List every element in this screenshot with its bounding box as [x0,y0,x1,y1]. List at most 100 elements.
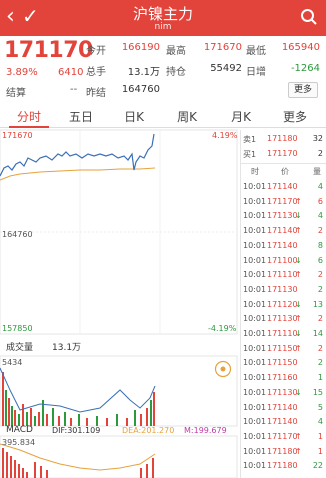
macd-axis: 395.834 [2,438,36,447]
quote-panel: 171170 3.89% 6410 结算 -- 今开 166190 最高 171… [0,36,326,100]
settle-value: -- [70,84,78,95]
tick-price: 171150 [267,358,298,368]
tick-volume: 6 [317,255,323,265]
tick-arrow: ↑ [295,196,302,206]
tick-row: 10:01 171100 ↓ 6 [241,254,326,268]
tick-time: 10:01 [243,329,267,338]
tick-arrow: ↓ [295,387,302,397]
tick-volume: 4 [317,182,323,191]
tick-price: 171180 [267,446,298,456]
tick-price: 171130 [267,387,298,397]
tick-price: 171170 [267,196,298,206]
buy-1-row: 买1 171170 2 [243,149,323,159]
tick-price: 171160 [267,373,298,383]
tick-volume: 13 [312,299,323,309]
low-label: 最低 [246,46,266,57]
tick-price: 171130 [267,211,298,221]
tick-price: 171140 [267,402,298,412]
tick-arrow: ↓ [295,299,302,309]
tick-time: 10:01 [243,182,267,191]
tick-row: 10:01 171150 2 [241,356,326,370]
app-header: ‹ ✓ 沪镍主力 nim [0,0,326,36]
page-title: 沪镍主力 [132,5,193,23]
high-value: 171670 [203,42,242,53]
macd-label: MACD [6,425,33,435]
volume-axis-max: 5434 [2,358,23,367]
tick-arrow: ↑ [295,314,302,324]
tick-arrow: ↑ [295,446,302,456]
tick-volume: 15 [312,387,323,397]
tick-volume: 2 [317,358,323,368]
daily-change-label: 日增 [246,67,266,78]
tick-price: 171110 [267,270,298,280]
tick-row: 10:01 171110 ↓ 14 [241,327,326,341]
tick-arrow: ↑ [295,270,302,280]
tick-time: 10:01 [243,431,267,441]
macd-dea: DEA:201.270 [122,426,175,435]
tick-price: 171140 [267,182,298,191]
tick-volume: 5 [317,402,323,412]
tick-row: 10:01 171140 8 [241,239,326,253]
tab-intraday[interactable]: 分时 [4,108,54,125]
settings-icon[interactable] [214,360,232,378]
axis-high-pct: 4.19% [212,131,238,140]
tick-time: 10:01 [243,387,267,397]
axis-low-pct: -4.19% [208,324,237,333]
tick-arrow: ↓ [295,255,302,265]
volume-label: 成交量 [6,343,34,353]
tick-time: 10:01 [243,226,267,236]
tick-time: 10:01 [243,255,267,265]
tab-daily-k[interactable]: 日K [109,108,159,125]
tick-row: 10:01 171170 ↑ 1 [241,430,326,444]
tick-time: 10:01 [243,358,267,368]
tick-volume: 14 [312,329,323,338]
tick-row: 10:01 171170 ↑ 6 [241,195,326,209]
settle-label: 结算 [6,88,26,99]
tick-time: 10:01 [243,314,267,324]
tick-row: 10:01 171110 ↑ 2 [241,268,326,282]
volume-label: 总手 [86,67,106,78]
tick-price: 171140 [267,226,298,236]
tab-monthly-k[interactable]: 月K [216,108,266,125]
tick-time: 10:01 [243,270,267,280]
tick-row: 10:01 171150 ↑ 2 [241,342,326,356]
tick-volume: 22 [312,461,323,471]
tick-time: 10:01 [243,284,267,294]
low-value: 165940 [281,42,320,53]
pct-change: 3.89% [6,67,38,78]
tick-row: 10:01 171120 ↓ 13 [241,298,326,312]
contract-code: nim [154,22,172,32]
tick-volume: 6 [317,196,323,206]
volume-bars [2,372,155,426]
tab-more[interactable]: 更多 [270,108,320,125]
axis-mid-price: 164760 [2,230,33,239]
tick-volume: 4 [317,211,323,221]
axis-high-price: 171670 [2,131,33,140]
search-icon[interactable] [300,8,318,26]
daily-change-value: -1264 [290,63,320,74]
tab-weekly-k[interactable]: 周K [162,108,212,125]
more-button[interactable]: 更多 [288,82,318,98]
price-change: 6410 [58,67,84,78]
period-tabs: 分时 五日 日K 周K 月K 更多 [0,104,326,128]
tick-price: 171110 [267,329,298,338]
prev-settle-value: 164760 [121,84,160,95]
tick-time: 10:01 [243,373,267,383]
open-label: 今开 [86,46,106,57]
tab-five-day[interactable]: 五日 [56,108,106,125]
intraday-chart[interactable]: 171670 4.19% 164760 157850 -4.19% 成交量 13… [0,128,238,478]
tick-volume: 1 [317,373,323,383]
tick-row: 10:01 171160 1 [241,371,326,385]
tick-time: 10:01 [243,211,267,221]
tick-time: 10:01 [243,402,267,412]
oi-value: 55492 [210,63,242,74]
macd-bars [2,448,154,478]
tick-row: 10:01 171140 ↑ 2 [241,224,326,238]
tick-time: 10:01 [243,343,267,353]
tick-price: 171130 [267,314,298,324]
tick-arrow: ↓ [295,211,302,221]
tick-row: 10:01 171130 ↓ 15 [241,386,326,400]
volume-total: 13.1万 [52,343,82,353]
tick-row: 10:01 171130 ↓ 4 [241,209,326,223]
tick-time: 10:01 [243,446,267,456]
